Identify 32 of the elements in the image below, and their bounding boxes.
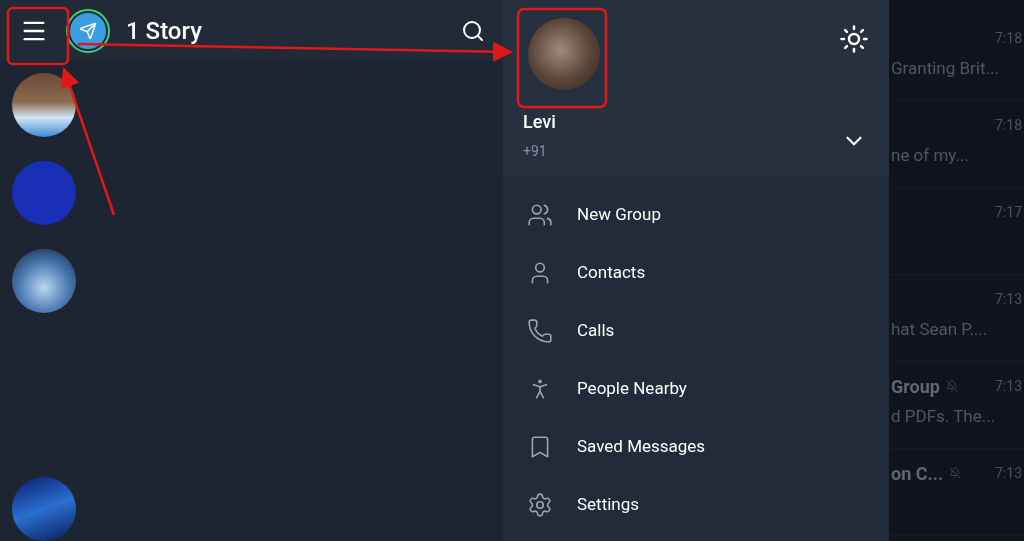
menu-item[interactable]: Calls (503, 302, 889, 360)
chat-preview: ne of my... (891, 144, 970, 167)
menu-item[interactable]: People Nearby (503, 360, 889, 418)
chat-time: 7:17 (995, 202, 1023, 222)
chat-time: 7:13 (995, 376, 1023, 396)
avatar-photo-placeholder[interactable] (12, 73, 76, 137)
account-phone: +91 (523, 142, 548, 161)
chat-name: on C... (891, 461, 944, 486)
chat-name: Group (891, 374, 940, 399)
menu-item[interactable]: Saved Messages (503, 418, 889, 476)
muted-icon (945, 380, 958, 392)
search-icon[interactable] (461, 18, 485, 43)
muted-icon (949, 467, 962, 479)
chat-time: 7:18 (995, 115, 1023, 135)
menu-item[interactable]: Contacts (503, 244, 889, 302)
chat-time: 7:13 (995, 463, 1023, 483)
settings-icon (527, 492, 553, 518)
chat-preview: d PDFs. The... (891, 405, 997, 428)
sun-icon (839, 24, 869, 54)
chat-preview: hat Sean P.... (891, 318, 989, 341)
paper-plane-icon (79, 21, 97, 40)
menu-item[interactable]: Settings (503, 476, 889, 534)
stories-title: 1 Story (126, 15, 203, 47)
theme-toggle-button[interactable] (839, 24, 869, 54)
people-icon (527, 202, 553, 228)
account-name: Levi (523, 110, 557, 134)
highlight-frame (6, 6, 70, 66)
chat-time: 7:18 (995, 28, 1023, 48)
chat-time: 7:13 (995, 289, 1023, 309)
chat-preview: Granting Brit... (891, 57, 1000, 80)
menu-item[interactable]: New Group (503, 186, 889, 244)
phone-icon (527, 318, 553, 344)
